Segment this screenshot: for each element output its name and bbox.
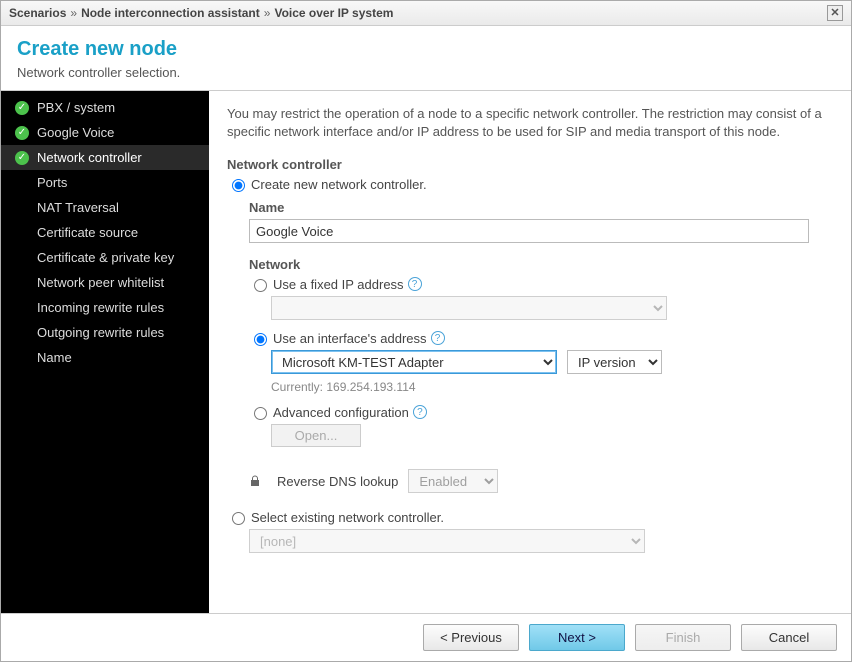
currently-label: Currently: [271, 380, 323, 394]
network-label: Network [249, 257, 831, 272]
sidebar-item-google-voice[interactable]: ✓ Google Voice [1, 120, 209, 145]
sidebar-item-network-controller[interactable]: ✓ Network controller [1, 145, 209, 170]
sidebar: ✓ PBX / system ✓ Google Voice ✓ Network … [1, 91, 209, 613]
radio-existing[interactable] [232, 512, 245, 525]
sidebar-item-label: PBX / system [37, 100, 115, 115]
help-icon[interactable]: ? [408, 277, 422, 291]
check-icon: ✓ [15, 126, 29, 140]
dns-select: Enabled [408, 469, 498, 493]
content-pane: You may restrict the operation of a node… [209, 91, 851, 613]
page-subtitle: Network controller selection. [17, 65, 835, 80]
open-button: Open... [271, 424, 361, 447]
radio-fixed-ip[interactable] [254, 279, 267, 292]
radio-advanced-label: Advanced configuration [273, 405, 409, 420]
sidebar-item-label: Certificate & private key [37, 250, 174, 265]
radio-advanced[interactable] [254, 407, 267, 420]
sidebar-item-incoming-rules[interactable]: Incoming rewrite rules [1, 295, 209, 320]
sidebar-item-cert-source[interactable]: Certificate source [1, 220, 209, 245]
lock-icon [249, 475, 261, 487]
sidebar-item-label: Network peer whitelist [37, 275, 164, 290]
sidebar-item-label: NAT Traversal [37, 200, 119, 215]
titlebar: Scenarios » Node interconnection assista… [1, 1, 851, 26]
next-button[interactable]: Next > [529, 624, 625, 651]
sidebar-item-name[interactable]: Name [1, 345, 209, 370]
breadcrumb-3: Voice over IP system [274, 6, 393, 20]
name-label: Name [249, 200, 831, 215]
help-icon[interactable]: ? [431, 331, 445, 345]
cancel-button[interactable]: Cancel [741, 624, 837, 651]
sidebar-item-outgoing-rules[interactable]: Outgoing rewrite rules [1, 320, 209, 345]
footer: < Previous Next > Finish Cancel [1, 614, 851, 661]
sidebar-item-label: Network controller [37, 150, 142, 165]
help-icon[interactable]: ? [413, 405, 427, 419]
fixed-ip-select [271, 296, 667, 320]
existing-select: [none] [249, 529, 645, 553]
finish-button: Finish [635, 624, 731, 651]
sidebar-item-label: Incoming rewrite rules [37, 300, 164, 315]
header: Create new node Network controller selec… [1, 26, 851, 91]
page-title: Create new node [17, 38, 835, 61]
close-icon[interactable]: ✕ [827, 5, 843, 21]
name-input[interactable] [249, 219, 809, 243]
dns-label: Reverse DNS lookup [277, 474, 398, 489]
breadcrumb-sep-icon: » [264, 6, 271, 20]
sidebar-item-nat[interactable]: NAT Traversal [1, 195, 209, 220]
sidebar-item-label: Name [37, 350, 72, 365]
sidebar-item-label: Google Voice [37, 125, 114, 140]
ip-version-select[interactable]: IP version 4 [567, 350, 662, 374]
section-network-controller: Network controller [227, 157, 831, 172]
radio-fixed-ip-label: Use a fixed IP address [273, 277, 404, 292]
radio-create-new[interactable] [232, 179, 245, 192]
breadcrumb-2: Node interconnection assistant [81, 6, 260, 20]
sidebar-item-ports[interactable]: Ports [1, 170, 209, 195]
sidebar-item-label: Ports [37, 175, 67, 190]
breadcrumb-sep-icon: » [70, 6, 77, 20]
breadcrumb-1: Scenarios [9, 6, 66, 20]
dialog: Scenarios » Node interconnection assista… [0, 0, 852, 662]
radio-interface-label: Use an interface's address [273, 331, 427, 346]
sidebar-item-whitelist[interactable]: Network peer whitelist [1, 270, 209, 295]
sidebar-item-cert-key[interactable]: Certificate & private key [1, 245, 209, 270]
currently-value: 169.254.193.114 [326, 380, 415, 394]
sidebar-item-label: Outgoing rewrite rules [37, 325, 164, 340]
interface-select[interactable]: Microsoft KM-TEST Adapter [271, 350, 557, 374]
radio-interface[interactable] [254, 333, 267, 346]
intro-text: You may restrict the operation of a node… [227, 105, 831, 141]
check-icon: ✓ [15, 101, 29, 115]
previous-button[interactable]: < Previous [423, 624, 519, 651]
radio-existing-label: Select existing network controller. [251, 510, 444, 525]
sidebar-item-pbx[interactable]: ✓ PBX / system [1, 95, 209, 120]
check-icon: ✓ [15, 151, 29, 165]
radio-create-new-label: Create new network controller. [251, 177, 427, 192]
sidebar-item-label: Certificate source [37, 225, 138, 240]
